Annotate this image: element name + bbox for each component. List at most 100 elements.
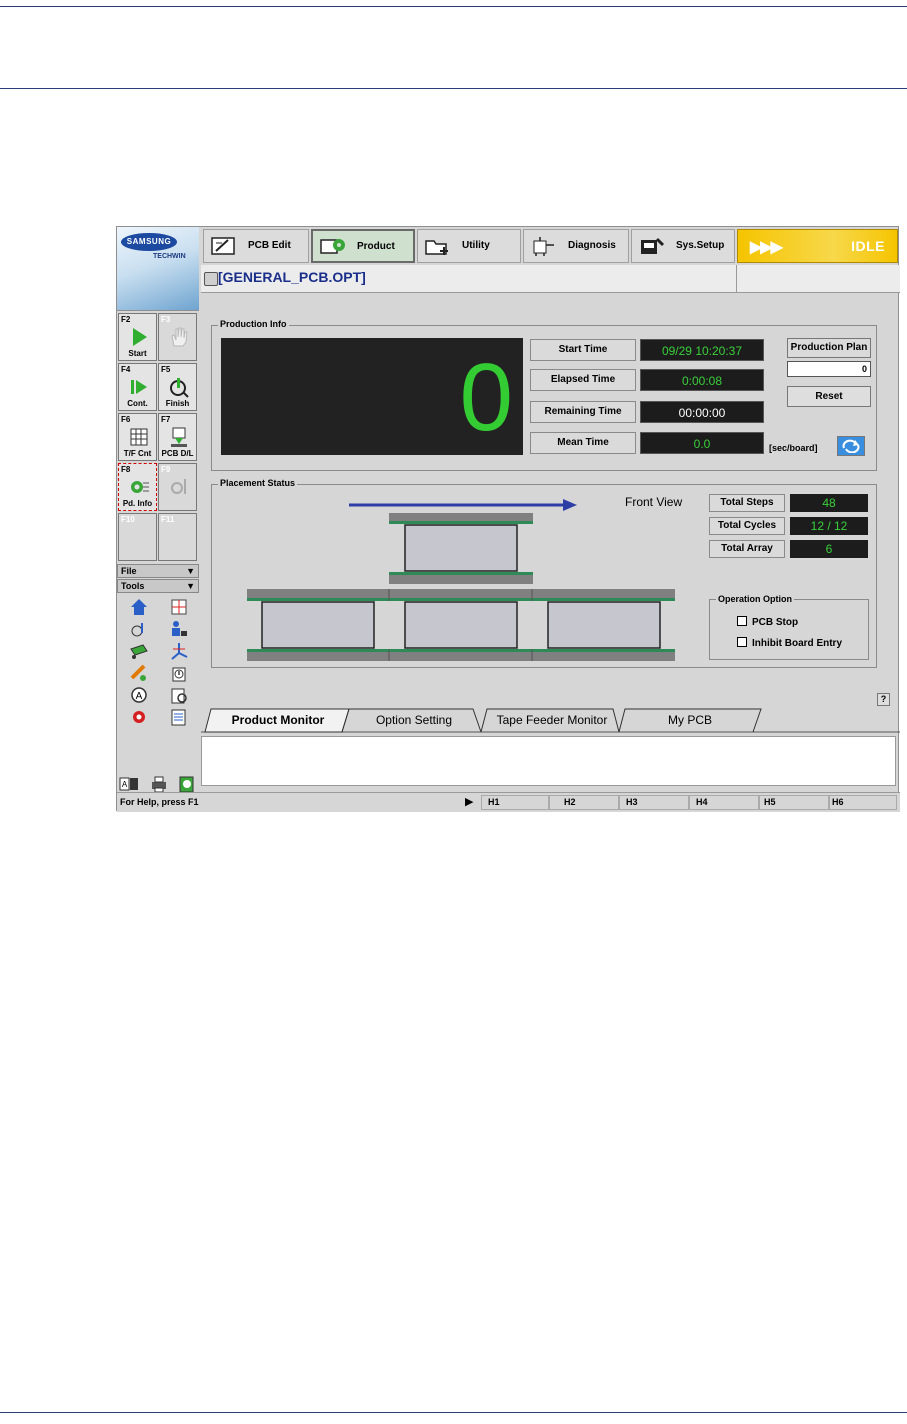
total-steps-value: 48 (790, 494, 868, 512)
placement-diagram (247, 499, 675, 661)
operator-icon[interactable] (169, 619, 189, 639)
f5-finish-button[interactable]: F5 Finish (158, 363, 197, 411)
group-title: Operation Option (716, 594, 794, 604)
start-time-value: 09/29 10:20:37 (640, 339, 764, 361)
f7-pcb-download-button[interactable]: F7 PCB D/L (158, 413, 197, 461)
application-window: SAMSUNG TECHWIN F2 Start F3 F4 Cont. F5 … (116, 226, 900, 812)
fkey-code: F11 (161, 515, 175, 524)
help-hint: For Help, press F1 (120, 797, 199, 807)
fkey-code: F6 (121, 415, 131, 424)
tab-product-monitor[interactable]: Product Monitor (213, 709, 343, 731)
status-cell-h3: H3 (619, 795, 689, 810)
group-title: Placement Status (218, 478, 298, 488)
finish-power-icon (170, 378, 189, 398)
fkey-label: Cont. (127, 399, 148, 408)
mean-time-value: 0.0 (640, 432, 764, 454)
tab-option-setting[interactable]: Option Setting (351, 709, 477, 731)
bottom-rail-bottom (247, 649, 675, 661)
fkey-code: F2 (121, 315, 131, 324)
fkey-code: F9 (161, 465, 171, 474)
bottom-rail-top (247, 589, 675, 601)
continue-icon (131, 380, 147, 394)
file-menu[interactable]: File ▼ (117, 564, 199, 578)
sys-setup-icon (641, 237, 665, 254)
auto-calibration-icon[interactable]: A (129, 685, 149, 705)
pcb-edit-icon (211, 237, 235, 255)
triangle-down-icon: ▼ (186, 581, 195, 591)
home-icon[interactable] (129, 597, 149, 617)
total-array-value: 6 (790, 540, 868, 558)
fkey-label: Start (128, 349, 147, 358)
elapsed-time-value: 0:00:08 (640, 369, 764, 391)
printer-icon[interactable] (149, 774, 169, 794)
checkbox-label: Inhibit Board Entry (752, 638, 842, 649)
grid-count-icon (130, 428, 148, 446)
nav-tab-sys-setup[interactable]: Sys.Setup (631, 229, 735, 263)
checkbox-label: PCB Stop (752, 617, 799, 628)
f4-continue-button[interactable]: F4 Cont. (118, 363, 157, 411)
nav-tab-utility[interactable]: Utility (417, 229, 521, 263)
f11-button[interactable]: F11 (158, 513, 197, 561)
nav-tab-label: Sys.Setup (676, 240, 725, 251)
fkey-label: T/F Cnt (123, 449, 152, 458)
status-cell-h4: H4 (689, 795, 759, 810)
tools-menu-label: Tools (121, 581, 145, 591)
axis-xyz-icon[interactable] (169, 641, 189, 661)
utility-folder-icon (425, 240, 448, 255)
status-bar: For Help, press F1 ▶ H1 H2 H3 H4 H5 H6 (117, 792, 900, 812)
fkey-code: F10 (121, 515, 135, 524)
nav-tab-diagnosis[interactable]: Diagnosis (523, 229, 629, 263)
production-plan-label: Production Plan (787, 338, 871, 358)
f8-product-info-button[interactable]: F8 Pd. Info (118, 463, 157, 511)
f10-button[interactable]: F10 (118, 513, 157, 561)
product-gear-icon (320, 239, 345, 254)
checkbox-box (737, 616, 747, 626)
language-icon[interactable]: A (119, 774, 139, 794)
brand-sub: TECHWIN (153, 253, 186, 260)
machine-status-indicator: ▶▶▶ IDLE (737, 229, 898, 263)
nav-tab-label: Utility (462, 240, 490, 251)
f9-button[interactable]: F9 (158, 463, 197, 511)
start-time-label: Start Time (530, 339, 636, 361)
svg-text:A: A (136, 691, 143, 702)
fkey-label: Pd. Info (122, 499, 153, 508)
reset-button[interactable]: Reset (787, 386, 871, 407)
nozzle-change-icon[interactable] (129, 663, 149, 683)
fkey-label: Finish (165, 399, 190, 408)
red-gear-icon[interactable] (129, 707, 149, 727)
inhibit-board-entry-checkbox[interactable]: Inhibit Board Entry (737, 637, 842, 649)
fkey-code: F3 (161, 315, 171, 324)
tools-menu[interactable]: Tools ▼ (117, 579, 199, 593)
f3-button[interactable]: F3 (158, 313, 197, 361)
status-cell-h5: H5 (759, 795, 829, 810)
fkey-code: F4 (121, 365, 131, 374)
pcb-stop-checkbox[interactable]: PCB Stop (737, 616, 798, 628)
conveyor-icon[interactable] (129, 641, 149, 661)
tab-my-pcb[interactable]: My PCB (627, 709, 753, 731)
help-document-icon[interactable] (177, 774, 197, 794)
help-button[interactable]: ? (877, 693, 890, 706)
nav-tab-pcb-edit[interactable]: PCB Edit (203, 229, 309, 263)
play-indicator-icon[interactable]: ▶ (465, 795, 473, 808)
report-list-icon[interactable] (169, 707, 189, 727)
f6-tf-count-button[interactable]: F6 T/F Cnt (118, 413, 157, 461)
warning-bin-icon[interactable] (169, 663, 189, 683)
direction-arrow (349, 499, 577, 511)
group-title: Production Info (218, 319, 289, 329)
f2-start-button[interactable]: F2 Start (118, 313, 157, 361)
total-cycles-label: Total Cycles (709, 517, 785, 535)
refresh-button[interactable] (837, 436, 865, 456)
top-board-stack (389, 513, 533, 584)
pcb-position-icon[interactable] (169, 597, 189, 617)
camera-bin-icon[interactable] (169, 685, 189, 705)
nav-tab-product[interactable]: Product (311, 229, 415, 263)
tab-tape-feeder-monitor[interactable]: Tape Feeder Monitor (487, 709, 617, 731)
brand-name: SAMSUNG (121, 233, 177, 251)
remaining-time-label: Remaining Time (530, 401, 636, 423)
svg-text:A: A (122, 780, 128, 789)
file-name: [GENERAL_PCB.OPT] (218, 269, 366, 285)
production-plan-input[interactable] (787, 361, 871, 377)
total-cycles-value: 12 / 12 (790, 517, 868, 535)
pcb-board-center (404, 601, 518, 649)
origin-teach-icon[interactable] (129, 619, 149, 639)
